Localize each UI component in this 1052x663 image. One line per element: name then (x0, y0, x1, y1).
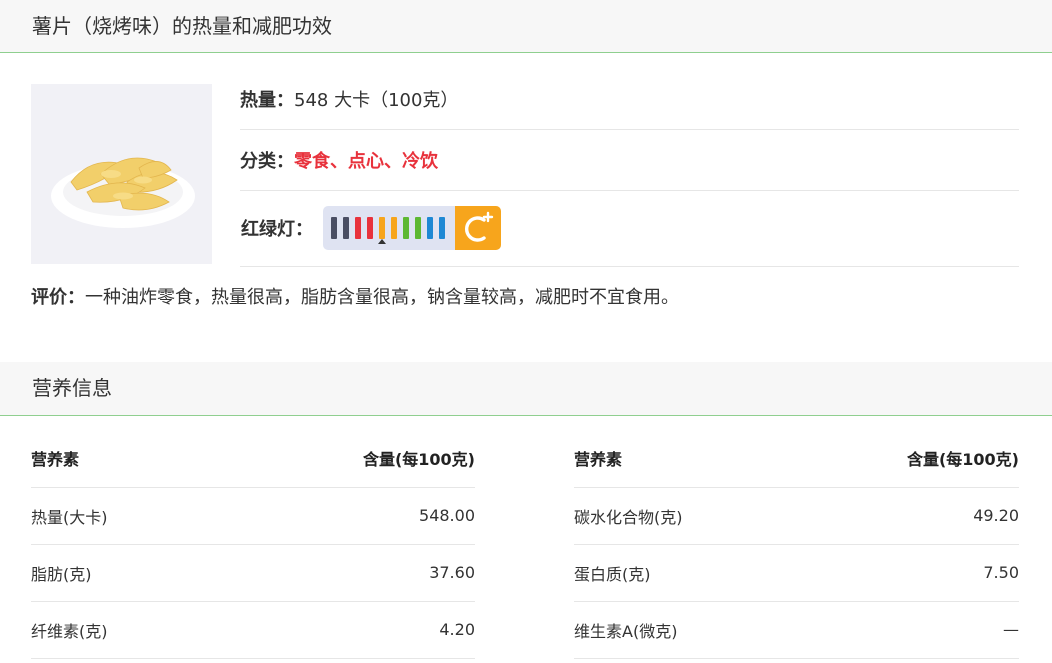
calorie-value: 548 大卡（100克） (294, 90, 459, 111)
table-row: 热量(大卡) 548.00 (31, 487, 475, 545)
calorie-row: 热量： 548 大卡（100克） (240, 83, 1019, 115)
category-row: 分类： 零食、点心、冷饮 (240, 144, 1019, 176)
column-header-nutrient: 营养素 (574, 430, 793, 488)
category-label: 分类： (240, 151, 294, 172)
table-header-row: 营养素 含量(每100克) (31, 430, 475, 488)
divider (240, 190, 1019, 191)
grade-c-plus-icon (464, 211, 494, 242)
nutrient-value: 37.60 (211, 544, 475, 602)
evaluation-text: 一种油炸零食，热量很高，脂肪含量很高，钠含量较高，减肥时不宜食用。 (85, 287, 679, 308)
traffic-light-label: 红绿灯： (241, 219, 313, 240)
traffic-light-bar (439, 217, 445, 239)
column-header-nutrient: 营养素 (31, 430, 212, 488)
grade-badge (455, 206, 501, 250)
nutrient-value: 7.50 (792, 544, 1019, 602)
calorie-label: 热量： (240, 90, 294, 111)
table-row: 纤维素(克) 4.20 (31, 601, 475, 659)
traffic-light-bar (415, 217, 421, 239)
nutrition-table-left: 营养素 含量(每100克) 热量(大卡) 548.00 脂肪(克) 37.60 … (31, 430, 475, 659)
nutrient-name: 维生素A(微克) (574, 601, 793, 659)
traffic-light-bar (331, 217, 337, 239)
nutrient-value: 49.20 (792, 487, 1019, 545)
nutrient-name: 碳水化合物(克) (574, 487, 793, 545)
chips-plate-illustration (31, 84, 212, 264)
traffic-light-bar (367, 217, 373, 239)
column-header-amount: 含量(每100克) (792, 430, 1019, 488)
table-row: 碳水化合物(克) 49.20 (574, 487, 1019, 545)
column-header-amount: 含量(每100克) (211, 430, 475, 488)
nutrition-table-right: 营养素 含量(每100克) 碳水化合物(克) 49.20 蛋白质(克) 7.50… (574, 430, 1019, 659)
traffic-light-bar (403, 217, 409, 239)
category-value[interactable]: 零食、点心、冷饮 (294, 147, 438, 173)
nutrient-value: — (792, 601, 1019, 659)
divider (240, 266, 1019, 267)
nutrient-value: 4.20 (211, 601, 475, 659)
nutrient-name: 脂肪(克) (31, 544, 212, 602)
food-image (31, 84, 212, 264)
traffic-light-bar (427, 217, 433, 239)
evaluation: 评价：一种油炸零食，热量很高，脂肪含量很高，钠含量较高，减肥时不宜食用。 (31, 283, 679, 309)
traffic-light-bars (323, 206, 455, 250)
table-row: 蛋白质(克) 7.50 (574, 544, 1019, 602)
page-title: 薯片（烧烤味）的热量和减肥功效 (0, 0, 1052, 53)
level-pointer-icon (378, 239, 386, 244)
nutrition-section-title: 营养信息 (0, 362, 1052, 416)
nutrient-value: 548.00 (211, 487, 475, 545)
traffic-light-indicator (323, 206, 501, 250)
divider (240, 129, 1019, 130)
traffic-light-bar (391, 217, 397, 239)
traffic-light-bar (343, 217, 349, 239)
nutrient-name: 蛋白质(克) (574, 544, 793, 602)
traffic-light-row: 红绿灯： (240, 206, 1019, 250)
traffic-light-bar (379, 217, 385, 239)
evaluation-label: 评价： (31, 287, 85, 308)
nutrient-name: 热量(大卡) (31, 487, 212, 545)
table-row: 维生素A(微克) — (574, 601, 1019, 659)
table-row: 脂肪(克) 37.60 (31, 544, 475, 602)
table-header-row: 营养素 含量(每100克) (574, 430, 1019, 488)
traffic-light-bar (355, 217, 361, 239)
nutrient-name: 纤维素(克) (31, 601, 212, 659)
